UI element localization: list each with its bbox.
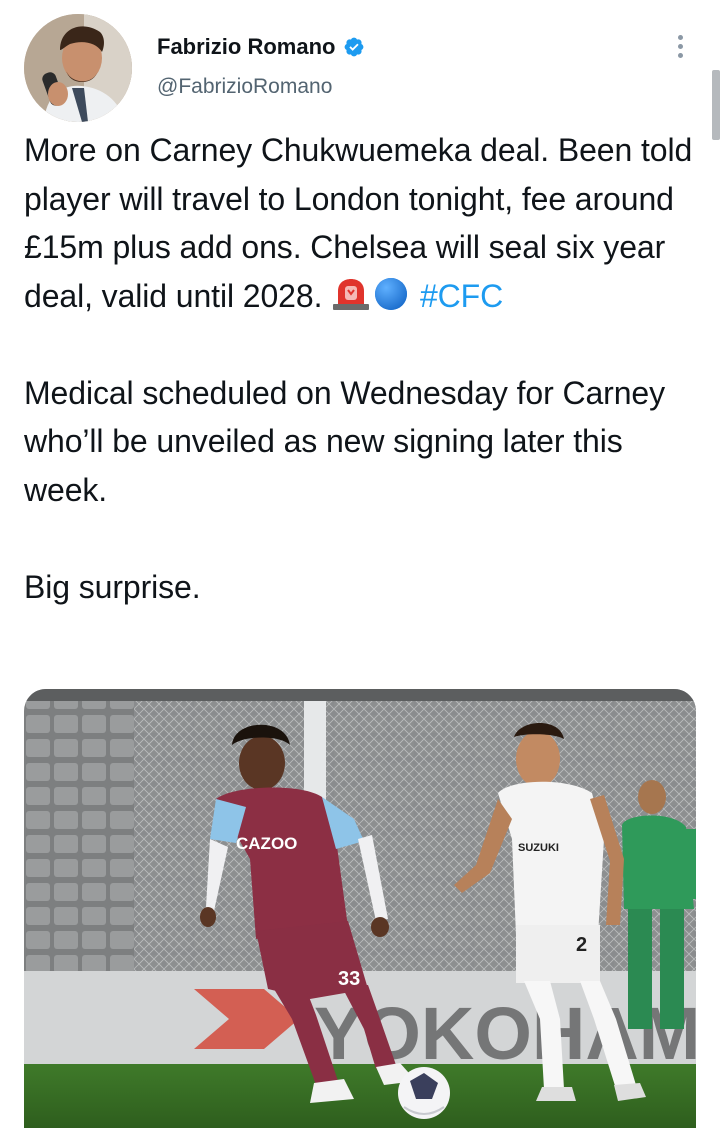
tweet-media-image[interactable]: YOKOHAMA SUZUKI 2 [24,689,696,1128]
blue-circle-emoji-icon [375,277,408,310]
sponsor-cazoo: CAZOO [236,834,297,853]
hashtag-link[interactable]: #CFC [420,278,503,314]
tweet-paragraph-3: Big surprise. [24,568,201,605]
verified-badge-icon [345,37,364,57]
author-name-row[interactable]: Fabrizio Romano [157,34,365,60]
tweet-paragraph-2: Medical scheduled on Wednesday for Carne… [24,374,666,508]
author-name[interactable]: Fabrizio Romano [157,34,335,60]
more-options-icon[interactable] [672,32,688,60]
sponsor-suzuki: SUZUKI [518,842,559,854]
rotating-light-emoji-icon [333,278,370,310]
author-handle[interactable]: @FabrizioRomano [157,75,332,99]
tweet-text: More on Carney Chukwuemeka deal. Been to… [24,126,708,611]
football-match-photo: YOKOHAMA SUZUKI 2 [24,689,696,1128]
tweet-paragraph-1: More on Carney Chukwuemeka deal. Been to… [24,126,708,320]
scrollbar[interactable] [712,70,720,140]
shirt-number-right: 2 [576,934,587,956]
avatar-photo [24,14,132,122]
football-ball [398,1067,450,1119]
avatar[interactable] [24,14,132,122]
